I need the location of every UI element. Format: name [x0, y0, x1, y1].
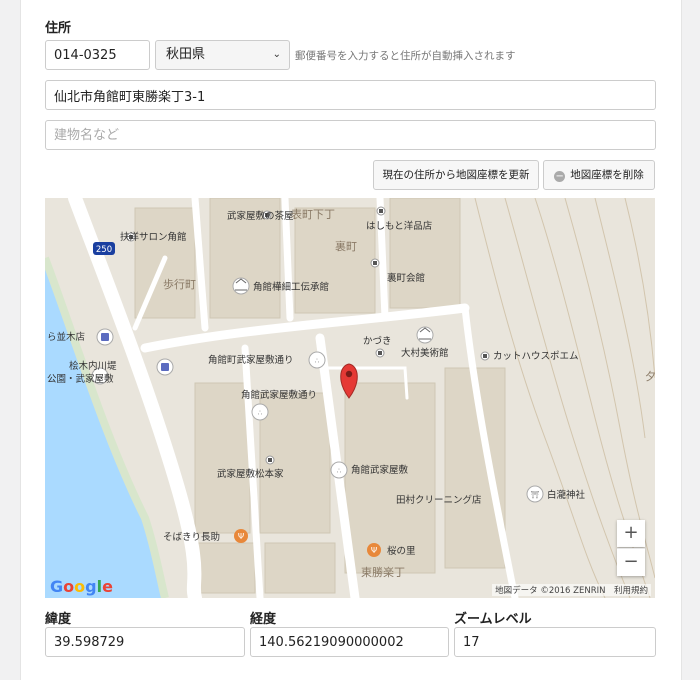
map-label-l5: 裏町 — [335, 239, 357, 253]
minus-circle-icon: − — [554, 171, 566, 182]
latitude-input[interactable] — [45, 627, 245, 657]
map-attribution[interactable]: 地図データ ©2016 ZENRIN 利用規約 — [492, 584, 651, 596]
svg-text:Ψ: Ψ — [371, 546, 377, 555]
delete-coords-button[interactable]: − 地図座標を削除 — [543, 160, 655, 190]
map-label-l18: 武家屋敷松本家 — [217, 468, 284, 480]
form-panel: 住所 秋田県 ⌄ 郵便番号を入力すると住所が自動挿入されます 現在の住所から地図… — [20, 0, 682, 680]
update-coords-label: 現在の住所から地図座標を更新 — [382, 169, 530, 181]
svg-text:∴: ∴ — [258, 409, 263, 417]
map-label-l8: 角館樺細工伝承館 — [253, 281, 329, 293]
map-label-l24: 東勝楽丁 — [361, 565, 405, 579]
update-coords-button[interactable]: 現在の住所から地図座標を更新 — [373, 160, 539, 190]
map-label-l13: 角館町武家屋敷通り — [208, 354, 294, 366]
map-label-l1: 武家屋敷の茶屋 — [227, 210, 294, 222]
svg-text:∴: ∴ — [337, 467, 342, 475]
longitude-label: 経度 — [250, 612, 277, 627]
svg-text:Ψ: Ψ — [238, 532, 244, 541]
map-label-l17: 角館武家屋敷通り — [241, 389, 317, 401]
map-label-l19: 角館武家屋敷 — [351, 464, 409, 476]
postal-hint: 郵便番号を入力すると住所が自動挿入されます — [295, 50, 516, 62]
map-label-l20: 田村クリーニング店 — [396, 494, 482, 506]
address-line-input[interactable] — [45, 80, 656, 110]
map-label-l12: 大村美術館 — [401, 347, 449, 359]
map-label-l25: 夕 — [645, 370, 655, 383]
chevron-down-icon: ⌄ — [272, 49, 281, 60]
delete-coords-label: 地図座標を削除 — [570, 169, 644, 181]
map-label-l6: 250 — [96, 245, 112, 255]
map-label-l15: 桧木内川堤 — [69, 360, 117, 372]
map-label-l11: かづき — [363, 336, 392, 347]
longitude-input[interactable] — [250, 627, 449, 657]
latitude-label: 緯度 — [45, 612, 72, 627]
zoom-out-button[interactable]: − — [617, 548, 645, 576]
map-label-l21: 白瀧神社 — [547, 489, 586, 501]
map[interactable]: 250 ∴ ∴ ∴ ∴ ⛩ Ψ Ψ 武家屋敷の茶屋 表町下丁 扶洋サロン角館 は… — [45, 198, 655, 598]
map-label-l9: 裏町会館 — [387, 272, 425, 284]
google-logo: Google — [50, 577, 113, 596]
map-label-l23: 桜の里 — [387, 545, 416, 557]
zoom-level-label: ズームレベル — [454, 612, 532, 627]
map-label-l16: 公園・武家屋敷 — [47, 373, 114, 385]
building-input[interactable] — [45, 120, 656, 150]
map-label-l2: 表町下丁 — [291, 207, 335, 221]
map-label-l10: ら並木店 — [47, 331, 85, 343]
svg-text:∴: ∴ — [315, 357, 320, 365]
map-label-l14: カットハウスポエム — [493, 351, 579, 362]
postal-code-input[interactable] — [45, 40, 150, 70]
map-label-l4: はしもと洋品店 — [366, 220, 432, 232]
map-label-l7: 歩行町 — [163, 277, 196, 291]
zoom-in-button[interactable]: + — [617, 520, 645, 547]
map-label-l22: そばきり長助 — [163, 531, 220, 543]
svg-text:⛩: ⛩ — [531, 490, 540, 499]
map-label-l3: 扶洋サロン角館 — [120, 231, 187, 243]
zoom-level-input[interactable] — [454, 627, 656, 657]
map-canvas: 250 ∴∴∴ ∴⛩ ΨΨ 武家屋敷の茶屋 表町下丁 扶洋サロン角館 はしもと洋… — [45, 198, 655, 598]
prefecture-select[interactable]: 秋田県 ⌄ — [155, 40, 290, 70]
prefecture-value: 秋田県 — [166, 47, 206, 62]
address-label: 住所 — [45, 21, 72, 36]
